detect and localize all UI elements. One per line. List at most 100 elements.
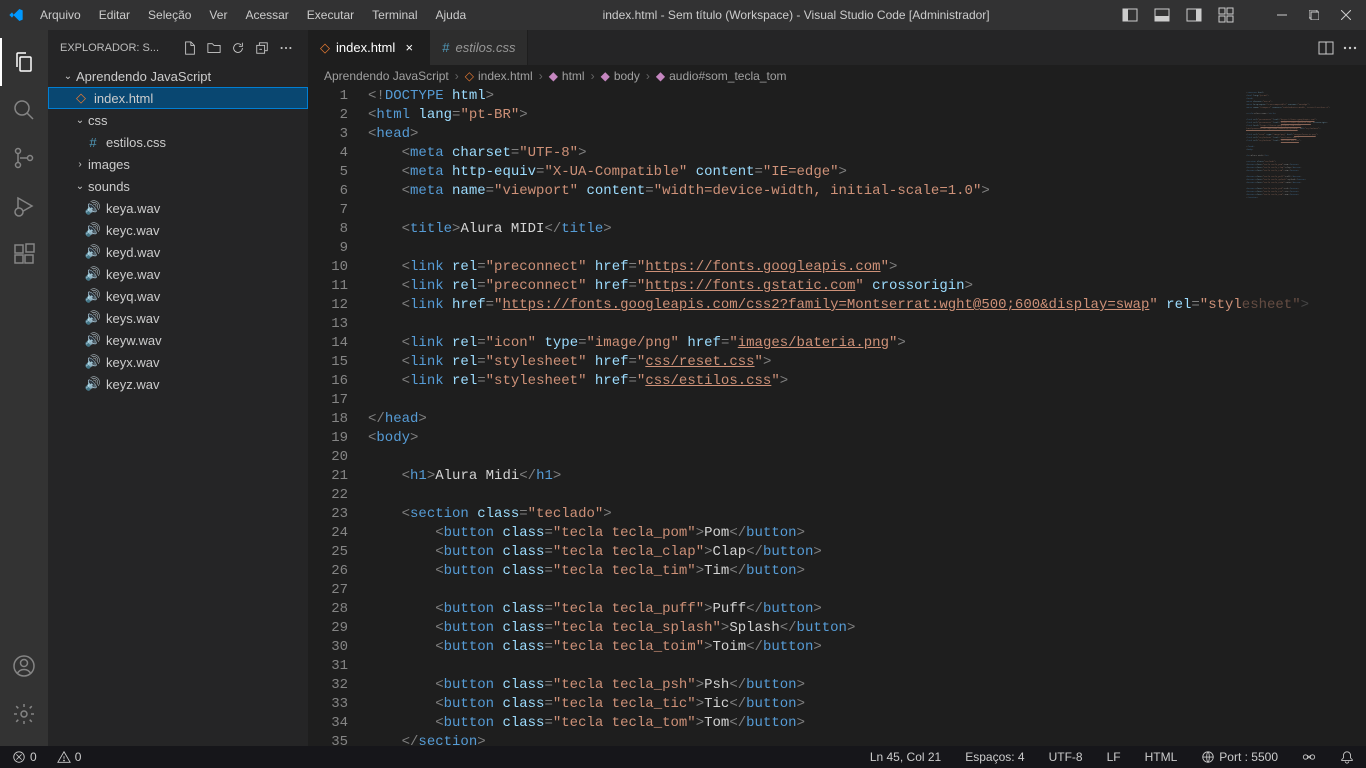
more-icon[interactable] [276,38,296,58]
vscode-logo-icon [8,7,24,23]
tree-item-label: index.html [94,91,153,106]
explorer-title: EXPLORADOR: S... [60,42,180,54]
activity-run-debug[interactable] [0,182,48,230]
breadcrumb-item[interactable]: ◇ index.html [465,69,533,83]
code-content[interactable]: <!DOCTYPE html><html lang="pt-BR"><head>… [368,87,1366,746]
breadcrumb-item[interactable]: ◆ audio#som_tecla_tom [656,69,787,83]
explorer-header: EXPLORADOR: S... [48,30,308,65]
tree-item-sounds[interactable]: ⌄sounds [48,175,308,197]
menu-terminal[interactable]: Terminal [364,4,425,26]
code-editor[interactable]: 1234567891011121314151617181920212223242… [308,87,1366,746]
status-feedback-icon[interactable] [1298,750,1320,764]
tree-item-label: images [88,157,130,172]
status-cursor-position[interactable]: Ln 45, Col 21 [866,750,945,764]
minimap[interactable]: <!DOCTYPE html><html lang="pt-BR"><head>… [1242,87,1352,746]
audio-file-icon: 🔊 [84,266,102,282]
tree-item-label: css [88,113,108,128]
tree-item-keye-wav[interactable]: 🔊 keye.wav [48,263,308,285]
tree-item-keyc-wav[interactable]: 🔊 keyc.wav [48,219,308,241]
status-eol[interactable]: LF [1103,750,1125,764]
html-file-icon: ◇ [72,90,90,106]
tree-item-images[interactable]: ›images [48,153,308,175]
tree-item-label: keyz.wav [106,377,159,392]
audio-file-icon: 🔊 [84,310,102,326]
audio-file-icon: 🔊 [84,376,102,392]
more-actions-icon[interactable] [1342,40,1358,56]
tree-item-estilos-css[interactable]: # estilos.css [48,131,308,153]
customize-layout-icon[interactable] [1214,3,1238,27]
tree-item-label: sounds [88,179,130,194]
tree-item-label: keyw.wav [106,333,162,348]
audio-file-icon: 🔊 [84,200,102,216]
css-file-icon: # [442,40,449,55]
collapse-all-icon[interactable] [252,38,272,58]
tree-item-label: keys.wav [106,311,159,326]
title-bar: ArquivoEditarSeleçãoVerAcessarExecutarTe… [0,0,1366,30]
status-encoding[interactable]: UTF-8 [1045,750,1087,764]
css-file-icon: # [84,135,102,150]
tree-item-keya-wav[interactable]: 🔊keya.wav [48,197,308,219]
tree-item-label: estilos.css [106,135,166,150]
status-errors[interactable]: 0 [8,750,41,764]
editor-area: ◇ index.html × #estilos.css Aprendendo Java… [308,30,1366,746]
tree-item-label: keye.wav [106,267,160,282]
audio-file-icon: 🔊 [84,354,102,370]
split-editor-icon[interactable] [1318,40,1334,56]
tree-item-label: keyx.wav [106,355,159,370]
menu-seleção[interactable]: Seleção [140,4,199,26]
close-button[interactable] [1334,3,1358,27]
breadcrumb-item[interactable]: Aprendendo JavaScript [324,69,449,83]
menu-ajuda[interactable]: Ajuda [428,4,475,26]
breadcrumb-item[interactable]: ◆ body [601,69,640,83]
activity-accounts[interactable] [0,642,48,690]
activity-settings[interactable] [0,690,48,738]
status-live-server[interactable]: Port : 5500 [1197,750,1282,764]
tree-item-label: keyc.wav [106,223,159,238]
file-tree: ⌄ Aprendendo JavaScript ◇index.html⌄css#… [48,65,308,746]
audio-file-icon: 🔊 [84,222,102,238]
breadcrumbs[interactable]: Aprendendo JavaScript›◇ index.html›◆ htm… [308,65,1366,87]
layout-sidebar-right-icon[interactable] [1182,3,1206,27]
activity-explorer[interactable] [0,38,48,86]
status-notifications-icon[interactable] [1336,750,1358,764]
layout-panel-icon[interactable] [1150,3,1174,27]
breadcrumb-item[interactable]: ◆ html [549,69,585,83]
refresh-icon[interactable] [228,38,248,58]
editor-tabs: ◇ index.html × #estilos.css [308,30,1366,65]
tree-item-keyz-wav[interactable]: 🔊 keyz.wav [48,373,308,395]
close-tab-icon[interactable]: × [401,40,417,56]
tree-item-label: keyq.wav [106,289,160,304]
status-language[interactable]: HTML [1141,750,1182,764]
line-gutter: 1234567891011121314151617181920212223242… [308,87,368,746]
tree-root[interactable]: ⌄ Aprendendo JavaScript [48,65,308,87]
html-file-icon: ◇ [320,40,330,56]
activity-extensions[interactable] [0,230,48,278]
tab-index-html[interactable]: ◇ index.html × [308,30,430,65]
minimize-button[interactable] [1270,3,1294,27]
menu-acessar[interactable]: Acessar [237,4,296,26]
tree-item-keys-wav[interactable]: 🔊 keys.wav [48,307,308,329]
tab-label: index.html [336,40,395,55]
status-warnings[interactable]: 0 [53,750,86,764]
chevron-icon: ⌄ [72,115,88,126]
new-file-icon[interactable] [180,38,200,58]
status-indentation[interactable]: Espaços: 4 [961,750,1028,764]
menu-editar[interactable]: Editar [91,4,138,26]
menu-ver[interactable]: Ver [201,4,235,26]
menu-arquivo[interactable]: Arquivo [32,4,89,26]
tree-item-index-html[interactable]: ◇ index.html [48,87,308,109]
maximize-button[interactable] [1302,3,1326,27]
status-bar: 0 0 Ln 45, Col 21 Espaços: 4 UTF-8 LF HT… [0,746,1366,768]
tree-item-keyx-wav[interactable]: 🔊 keyx.wav [48,351,308,373]
menu-executar[interactable]: Executar [299,4,362,26]
tab-estilos-css[interactable]: #estilos.css [430,30,528,65]
tree-item-css[interactable]: ⌄css [48,109,308,131]
new-folder-icon[interactable] [204,38,224,58]
tree-item-keyq-wav[interactable]: 🔊keyq.wav [48,285,308,307]
layout-sidebar-left-icon[interactable] [1118,3,1142,27]
activity-source-control[interactable] [0,134,48,182]
tree-item-keyw-wav[interactable]: 🔊keyw.wav [48,329,308,351]
tree-item-keyd-wav[interactable]: 🔊keyd.wav [48,241,308,263]
activity-search[interactable] [0,86,48,134]
tree-item-label: keyd.wav [106,245,160,260]
